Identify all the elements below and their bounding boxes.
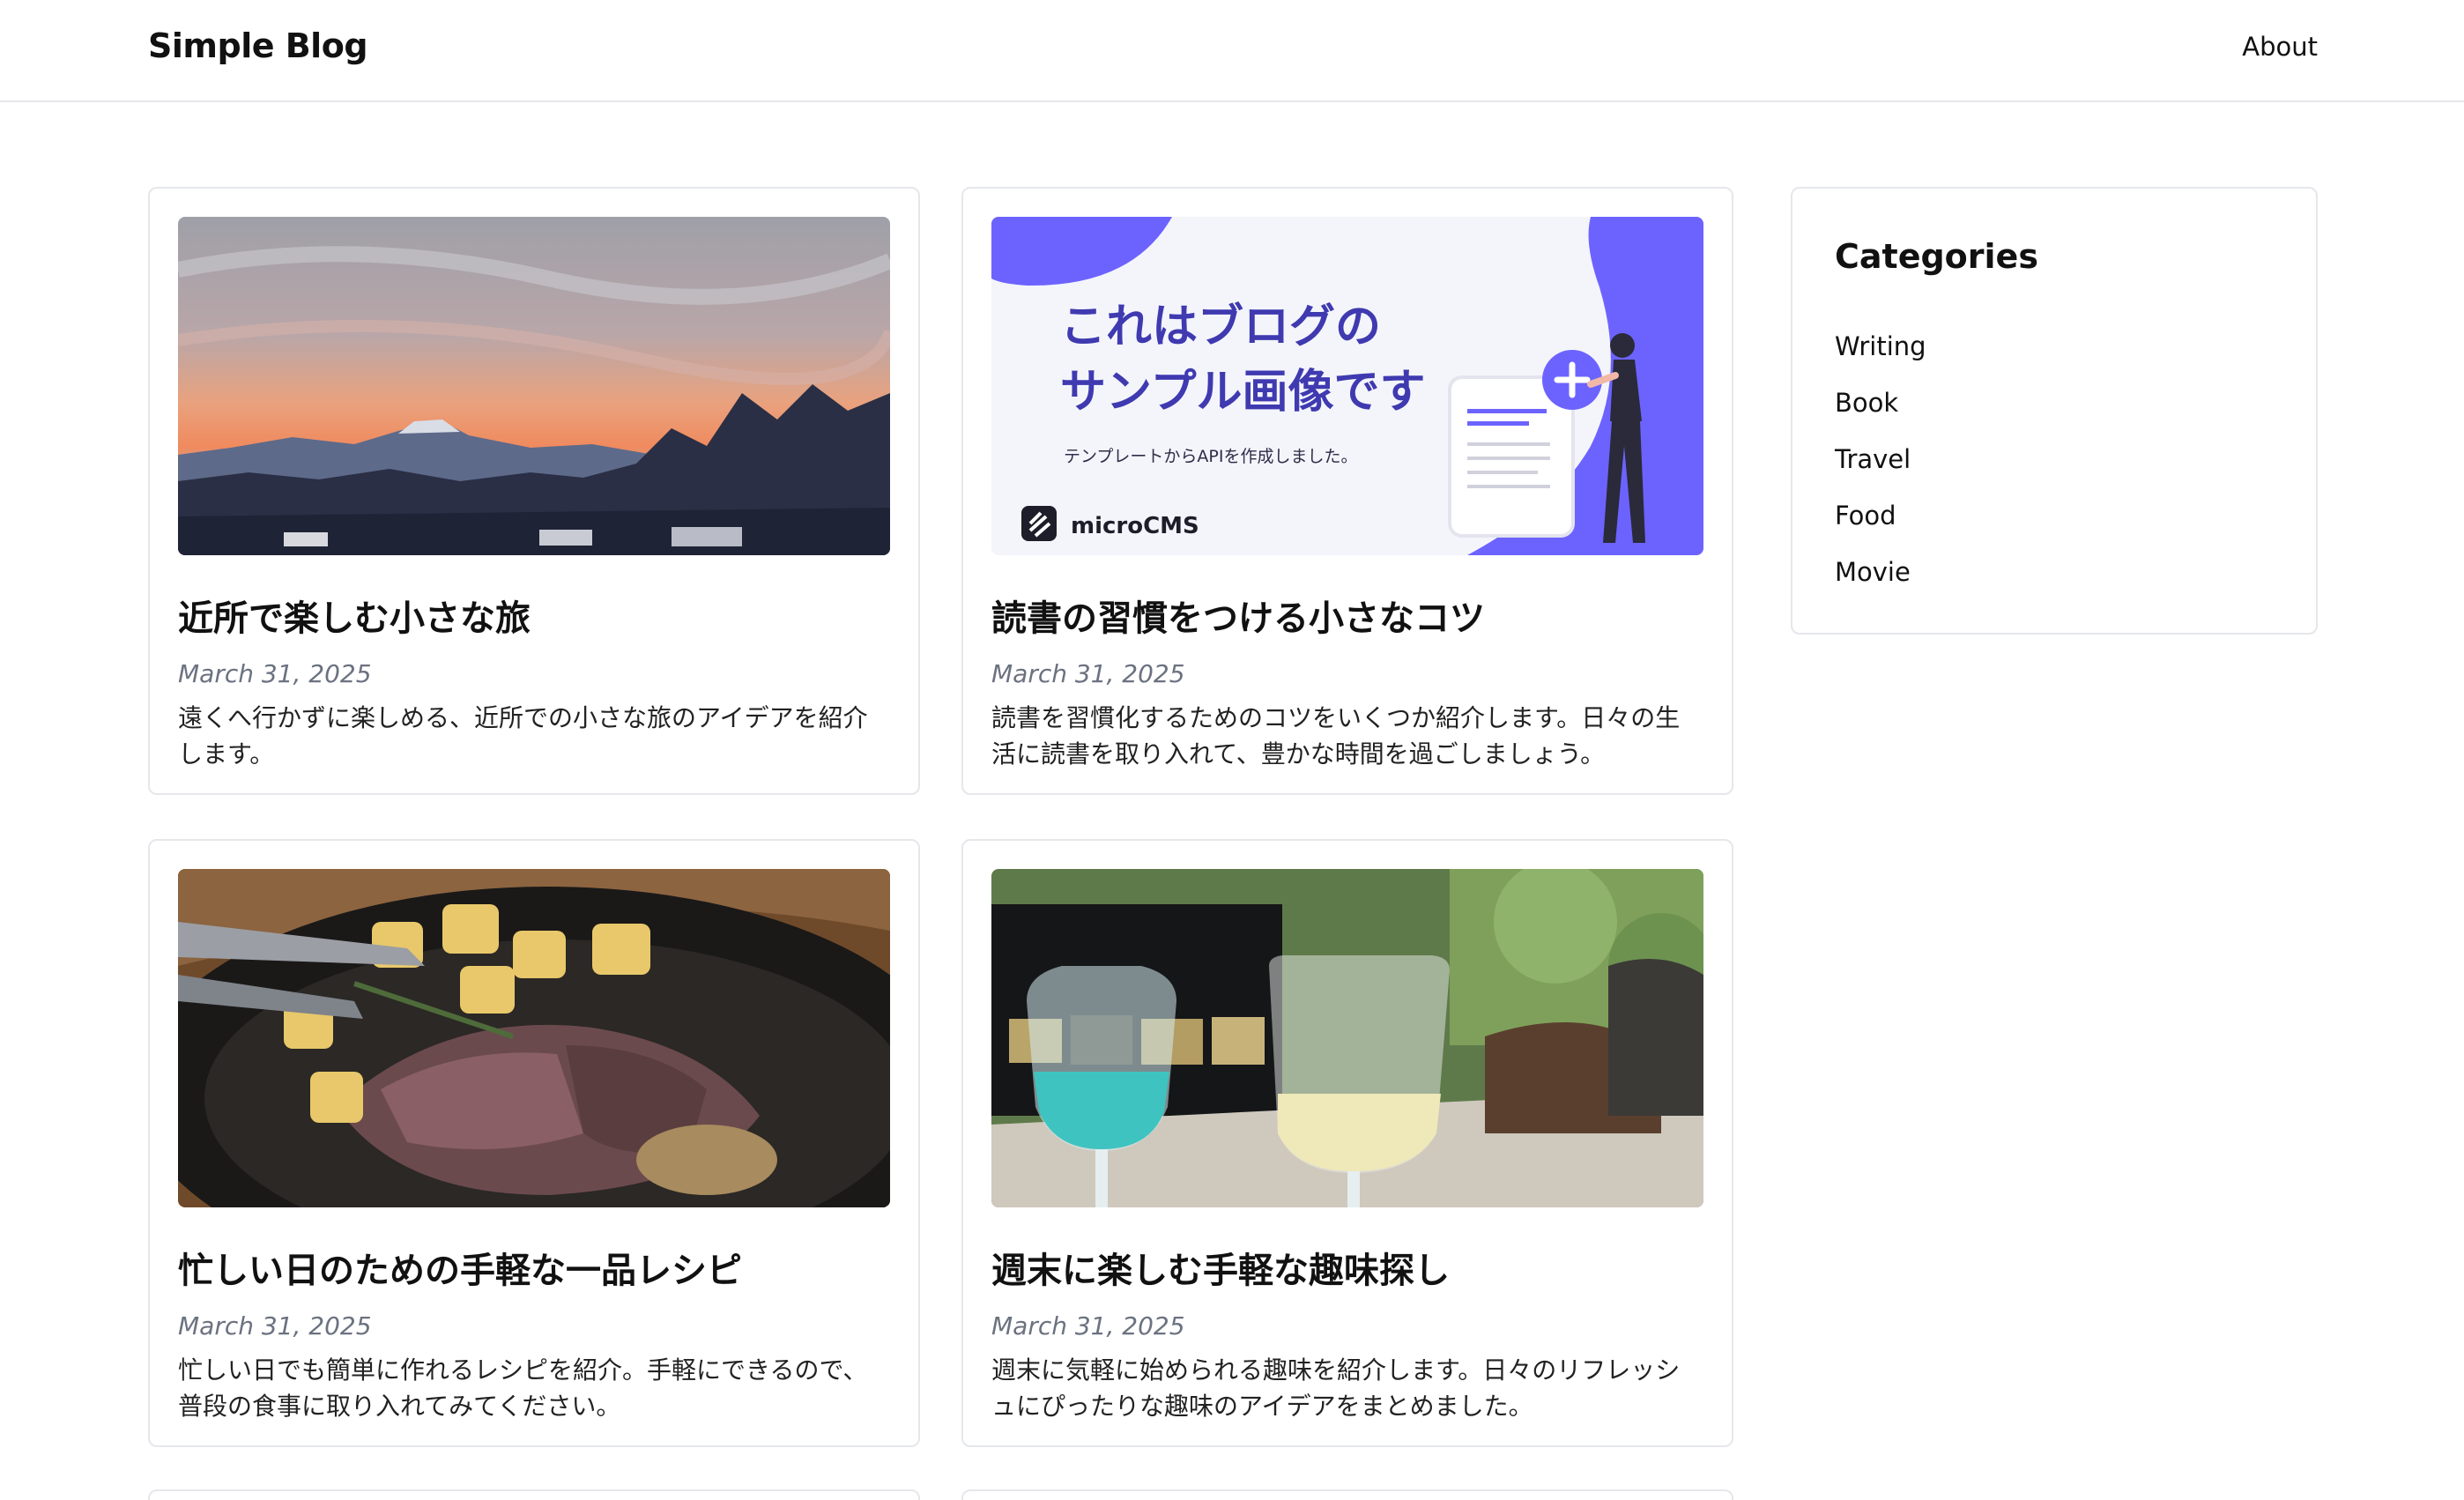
category-item: Book (1835, 388, 1926, 444)
post-title[interactable]: 近所で楽しむ小さな旅 (178, 590, 531, 641)
site-header: Simple Blog About (0, 0, 2464, 102)
nav-about-link[interactable]: About (2242, 32, 2318, 62)
post-card[interactable]: 週末に楽しむ手軽な趣味探し March 31, 2025 週末に気軽に始められる… (961, 839, 1733, 1447)
drinks-cafe-image (991, 869, 1703, 1207)
post-excerpt: 遠くへ行かずに楽しめる、近所での小さな旅のアイデアを紹介します。 (178, 703, 868, 769)
category-link-food[interactable]: Food (1835, 501, 1896, 531)
post-title[interactable]: 忙しい日のための手軽な一品レシピ (178, 1242, 742, 1293)
categories-sidebar: Categories Writing Book Travel Food Movi… (1791, 187, 2318, 635)
category-item: Writing (1835, 331, 1926, 388)
post-excerpt: 忙しい日でも簡単に作れるレシピを紹介。手軽にできるので、普段の食事に取り入れてみ… (178, 1355, 868, 1421)
post-card[interactable]: 忙しい日のための手軽な一品レシピ March 31, 2025 忙しい日でも簡単… (148, 839, 920, 1447)
post-date: March 31, 2025 (991, 1311, 1185, 1340)
post-thumbnail[interactable]: これはブログの サンプル画像です テンプレートからAPIを作成しました。 mic… (991, 217, 1703, 555)
post-date: March 31, 2025 (178, 659, 372, 688)
post-card[interactable]: 近所で楽しむ小さな旅 March 31, 2025 遠くへ行かずに楽しめる、近所… (148, 187, 920, 795)
post-card[interactable] (148, 1489, 920, 1500)
site-brand-link[interactable]: Simple Blog (148, 26, 368, 65)
banner-subtext: テンプレートからAPIを作成しました。 (1064, 447, 1358, 466)
post-date: March 31, 2025 (178, 1311, 372, 1340)
categories-heading: Categories (1835, 237, 2038, 276)
post-excerpt: 週末に気軽に始められる趣味を紹介します。日々のリフレッシュにぴったりな趣味のアイ… (991, 1355, 1681, 1421)
sunset-mountains-image (178, 217, 890, 555)
microcms-logo-text: microCMS (1071, 513, 1199, 539)
banner-heading-line2: サンプル画像です (1060, 366, 1425, 419)
steak-potatoes-image (178, 869, 890, 1207)
post-card[interactable] (961, 1489, 1733, 1500)
category-item: Food (1835, 501, 1926, 557)
post-thumbnail[interactable] (178, 869, 890, 1207)
post-card[interactable]: これはブログの サンプル画像です テンプレートからAPIを作成しました。 mic… (961, 187, 1733, 795)
category-item: Movie (1835, 557, 1926, 613)
post-title[interactable]: 週末に楽しむ手軽な趣味探し (991, 1242, 1450, 1293)
category-link-writing[interactable]: Writing (1835, 331, 1926, 361)
category-list: Writing Book Travel Food Movie (1835, 331, 1926, 613)
category-link-movie[interactable]: Movie (1835, 557, 1911, 587)
category-item: Travel (1835, 444, 1926, 501)
banner-heading-line1: これはブログの (1060, 301, 1381, 353)
post-excerpt: 読書を習慣化するためのコツをいくつか紹介します。日々の生活に読書を取り入れて、豊… (991, 703, 1681, 769)
post-date: March 31, 2025 (991, 659, 1185, 688)
post-thumbnail[interactable] (991, 869, 1703, 1207)
category-link-travel[interactable]: Travel (1835, 444, 1911, 474)
microcms-banner-image: これはブログの サンプル画像です テンプレートからAPIを作成しました。 mic… (991, 217, 1703, 555)
post-title[interactable]: 読書の習慣をつける小さなコツ (991, 590, 1485, 641)
category-link-book[interactable]: Book (1835, 388, 1898, 418)
post-thumbnail[interactable] (178, 217, 890, 555)
